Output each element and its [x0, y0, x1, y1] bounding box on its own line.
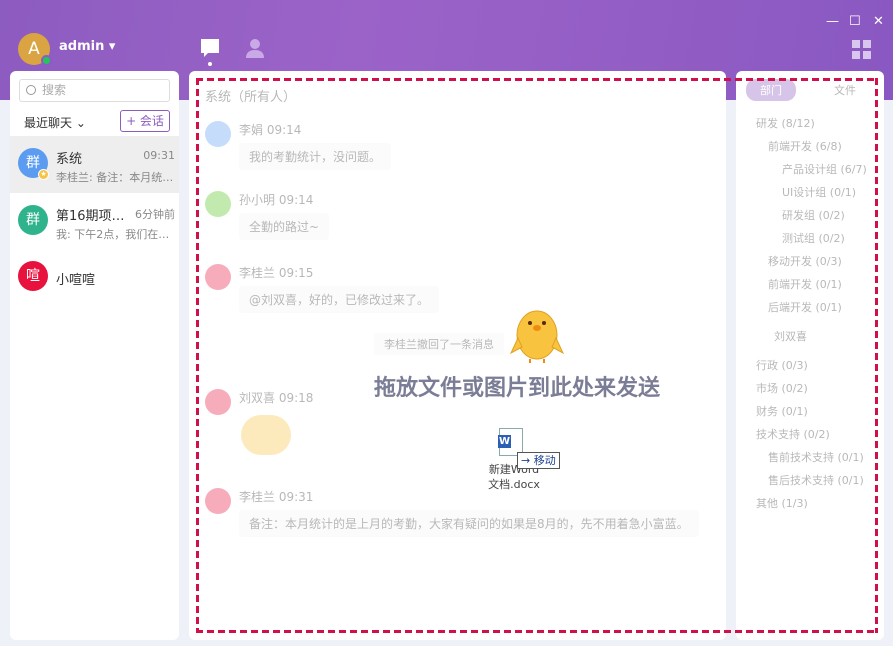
- tree-item[interactable]: 技术支持 (0/2): [756, 426, 830, 442]
- chat-panel: 系统（所有人） 李娟 09:14 我的考勤统计，没问题。 孙小明 09:14 全勤的…: [189, 71, 726, 640]
- conversation-item[interactable]: 喧 小喧喧: [10, 249, 179, 306]
- drag-move-badge: → 移动: [517, 452, 560, 469]
- drop-zone-border-top: [196, 78, 878, 81]
- drop-zone-border-left: [196, 78, 199, 633]
- tab-departments[interactable]: 部门: [746, 79, 796, 101]
- tree-item[interactable]: 财务 (0/1): [756, 403, 808, 419]
- contacts-icon[interactable]: [245, 38, 265, 58]
- chat-title: 系统（所有人）: [205, 90, 297, 105]
- conversation-title: 系统: [56, 152, 83, 167]
- recall-notice: 李桂兰撤回了一条消息: [374, 333, 504, 355]
- tree-item[interactable]: 前端开发 (6/8): [768, 138, 842, 154]
- close-button[interactable]: ✕: [873, 14, 884, 29]
- chat-icon[interactable]: [200, 38, 220, 58]
- tab-files[interactable]: 文件: [834, 82, 856, 98]
- conversation-preview: 我: 下午2点，我们在2楼会议室: [56, 228, 174, 241]
- conversation-avatar: 喧: [18, 261, 48, 291]
- star-icon: ★: [38, 169, 49, 180]
- search-input[interactable]: 搜索: [19, 79, 170, 102]
- tree-item[interactable]: 移动开发 (0/3): [768, 253, 842, 269]
- tree-item[interactable]: 产品设计组 (6/7): [782, 161, 867, 177]
- tree-item[interactable]: 刘双喜: [774, 328, 807, 344]
- maximize-button[interactable]: ☐: [849, 14, 861, 29]
- conversation-item[interactable]: 群 第16期项目组 6分钟前 我: 下午2点，我们在2楼会议室: [10, 193, 179, 250]
- contacts-panel: 部门 文件 研发 (8/12) 前端开发 (6/8) 产品设计组 (6/7) U…: [736, 71, 884, 640]
- conversation-preview: 李桂兰: 备注：本月统计的是上月的考勤: [56, 171, 174, 184]
- minimize-button[interactable]: —: [826, 14, 839, 29]
- drop-zone-border-bottom: [196, 630, 878, 633]
- conversation-sidebar: 搜索 最近聊天 ⌄ + 会话 群 ★ 系统 09:31 李桂兰: 备注：本月统计…: [10, 71, 179, 640]
- search-icon: [26, 85, 36, 95]
- conversation-time: 6分钟前: [135, 208, 175, 221]
- active-tab-dot: [208, 62, 212, 66]
- tree-item[interactable]: 后端开发 (0/1): [768, 299, 842, 315]
- tree-item[interactable]: 市场 (0/2): [756, 380, 808, 396]
- tree-item[interactable]: UI设计组 (0/1): [782, 184, 856, 200]
- apps-grid-icon[interactable]: [852, 40, 871, 59]
- drop-hint-text: 拖放文件或图片到此处来发送: [374, 376, 661, 401]
- conversation-avatar: 群: [18, 205, 48, 235]
- username-menu[interactable]: admin ▾: [59, 39, 115, 54]
- user-avatar[interactable]: A: [18, 33, 52, 66]
- tree-item[interactable]: 售前技术支持 (0/1): [768, 449, 864, 465]
- new-chat-button[interactable]: + 会话: [120, 110, 170, 132]
- tree-item[interactable]: 测试组 (0/2): [782, 230, 845, 246]
- online-status-dot: [41, 55, 52, 66]
- conversation-item[interactable]: 群 ★ 系统 09:31 李桂兰: 备注：本月统计的是上月的考勤: [10, 136, 179, 193]
- tree-item[interactable]: 售后技术支持 (0/1): [768, 472, 864, 488]
- chick-mascot-icon: [510, 310, 564, 363]
- conversation-title: 第16期项目组: [56, 209, 130, 224]
- tree-item[interactable]: 研发组 (0/2): [782, 207, 845, 223]
- conversation-time: 09:31: [143, 149, 175, 162]
- tree-item[interactable]: 研发 (8/12): [756, 115, 815, 131]
- recent-chats-filter[interactable]: 最近聊天 ⌄: [24, 114, 86, 131]
- tree-item[interactable]: 行政 (0/3): [756, 357, 808, 373]
- drop-zone-border-right: [875, 78, 878, 633]
- tree-item[interactable]: 前端开发 (0/1): [768, 276, 842, 292]
- conversation-title: 小喧喧: [56, 273, 96, 288]
- tree-item[interactable]: 其他 (1/3): [756, 495, 808, 511]
